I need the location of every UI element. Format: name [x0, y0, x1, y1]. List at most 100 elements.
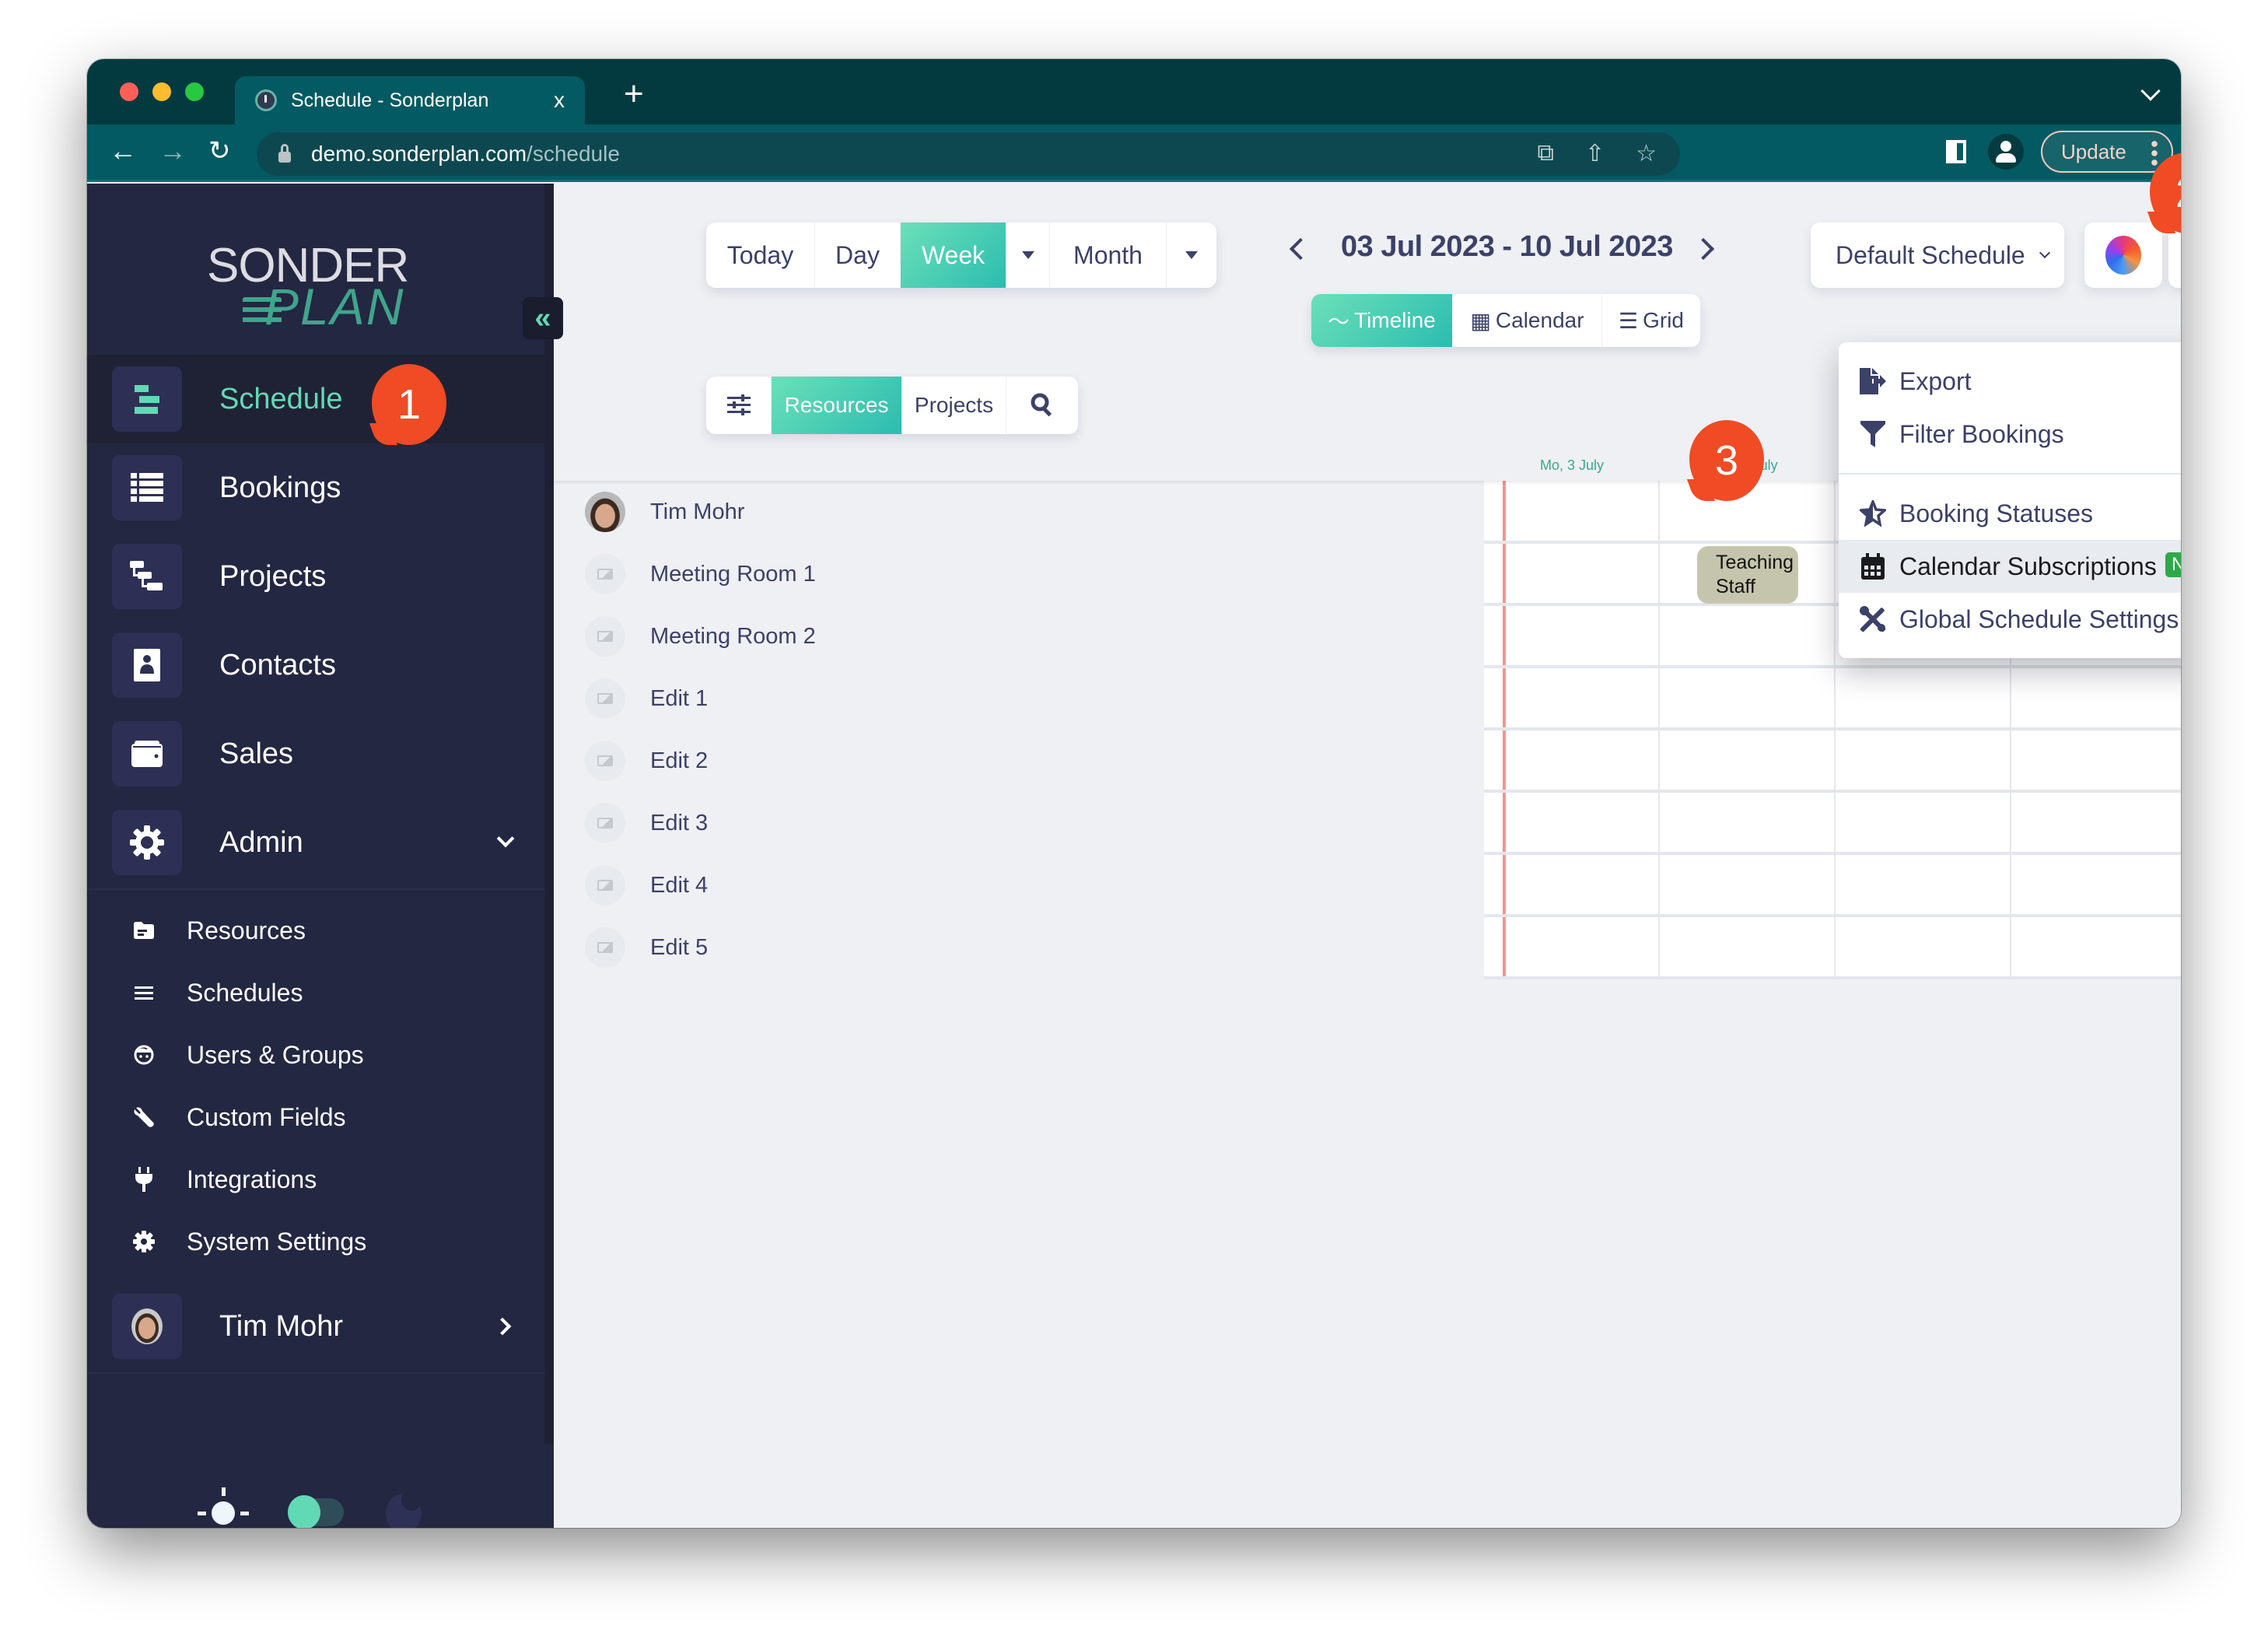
- profile-icon[interactable]: [1988, 134, 2024, 170]
- image-placeholder-icon: [585, 803, 625, 843]
- month-button[interactable]: Month: [1050, 222, 1167, 288]
- menu-item-label: Calendar Subscriptions: [1899, 552, 2157, 580]
- row-divider: [1484, 790, 2181, 793]
- image-placeholder-icon: [585, 927, 625, 968]
- sidebar-subitem-custom-fields[interactable]: Custom Fields: [87, 1086, 544, 1148]
- projects-tab[interactable]: Projects: [902, 377, 1006, 434]
- share-icon[interactable]: ⇧: [1585, 140, 1605, 167]
- menu-item-label: Global Schedule Settings: [1899, 604, 2179, 633]
- sidebar-subitem-resources[interactable]: Resources: [87, 899, 544, 962]
- menu-item-label: Booking Statuses: [1899, 499, 2094, 527]
- browser-window: Schedule - Sonderplan x + ← → ↻ demo.son…: [87, 59, 2181, 1528]
- sidebar-scrollbar[interactable]: [544, 184, 554, 1444]
- color-theme-button[interactable]: [2084, 222, 2162, 288]
- update-button[interactable]: Update: [2041, 131, 2173, 173]
- image-icon: [597, 755, 613, 766]
- sonderplan-logo[interactable]: SONDER PLAN: [207, 238, 409, 339]
- collapse-sidebar-button[interactable]: «: [523, 297, 563, 339]
- image-placeholder-icon: [585, 554, 625, 594]
- tab-strip: Schedule - Sonderplan x +: [87, 59, 2181, 124]
- resource-row[interactable]: Tim Mohr: [554, 481, 927, 543]
- resource-row[interactable]: Meeting Room 2: [554, 605, 927, 667]
- previous-week-button[interactable]: [1289, 237, 1312, 261]
- tab-list-chevron-icon[interactable]: [2140, 81, 2161, 101]
- sidebar-item-contacts[interactable]: Contacts: [87, 621, 544, 709]
- sidebar-subitem-integrations[interactable]: Integrations: [87, 1148, 544, 1210]
- grid-button[interactable]: ☰ Grid: [1602, 294, 1700, 347]
- resource-filter-group: Resources Projects: [706, 377, 1078, 434]
- schedule-select[interactable]: Default Schedule: [1811, 222, 2064, 288]
- resource-row[interactable]: Edit 3: [554, 792, 927, 854]
- toggle-knob: [288, 1495, 320, 1528]
- bars-icon: [132, 981, 156, 1004]
- tab-title: Schedule - Sonderplan: [291, 89, 489, 111]
- minimize-window-button[interactable]: [152, 82, 171, 101]
- kebab-menu-icon[interactable]: [2151, 139, 2158, 167]
- sidebar-subitem-label: Schedules: [187, 978, 303, 1007]
- menu-item-booking-statuses[interactable]: Booking Statuses: [1839, 487, 2181, 540]
- gear-icon: [112, 810, 182, 875]
- resource-name: Edit 2: [650, 748, 709, 773]
- chevron-right-icon[interactable]: [493, 1317, 512, 1336]
- new-tab-button[interactable]: +: [624, 75, 644, 114]
- close-tab-icon[interactable]: x: [554, 88, 565, 113]
- sidebar-subitem-users-groups[interactable]: Users & Groups: [87, 1024, 544, 1086]
- calendar-button[interactable]: ▦ Calendar: [1453, 294, 1602, 347]
- user-avatar: [112, 1294, 182, 1359]
- resource-row[interactable]: Edit 2: [554, 730, 927, 792]
- wrench-icon: [132, 1105, 156, 1129]
- today-button[interactable]: Today: [706, 222, 815, 288]
- resources-tab[interactable]: Resources: [772, 377, 902, 434]
- caret-down-icon: [1021, 251, 1034, 259]
- list-icon: ☰: [1618, 308, 1639, 333]
- day-button[interactable]: Day: [815, 222, 901, 288]
- menu-item-label: Filter Bookings: [1899, 419, 2064, 448]
- menu-item-export[interactable]: Export: [1839, 355, 2181, 408]
- row-divider: [1484, 976, 2181, 979]
- menu-item-calendar-subscriptions[interactable]: Calendar Subscriptions New: [1839, 540, 2181, 593]
- sidebar-item-projects[interactable]: Projects: [87, 532, 544, 621]
- sidebar-subitem-schedules[interactable]: Schedules: [87, 962, 544, 1024]
- sidebar-item-sales[interactable]: Sales: [87, 709, 544, 798]
- sidebar-item-label: Projects: [219, 559, 327, 593]
- new-badge: New: [2165, 552, 2181, 577]
- theme-toggle[interactable]: [288, 1495, 344, 1528]
- reload-button[interactable]: ↻: [208, 135, 231, 166]
- resource-row[interactable]: Edit 4: [554, 854, 927, 916]
- sidebar-item-schedule[interactable]: Schedule: [87, 355, 544, 443]
- booking-chip[interactable]: Teaching Staff: [1697, 546, 1798, 604]
- row-divider: [1484, 852, 2181, 855]
- sidebar-subitem-system-settings[interactable]: System Settings: [87, 1210, 544, 1273]
- sidebar-item-admin[interactable]: Admin: [87, 798, 544, 887]
- sidebar-item-bookings[interactable]: Bookings: [87, 443, 544, 532]
- calendar-grid-icon: ▦: [1470, 308, 1491, 333]
- browser-tab[interactable]: Schedule - Sonderplan x: [235, 76, 585, 124]
- search-button[interactable]: [1006, 377, 1078, 434]
- open-external-icon[interactable]: ⧉: [1538, 140, 1554, 167]
- resource-name: Meeting Room 1: [650, 561, 816, 587]
- chevron-down-icon[interactable]: [496, 829, 515, 848]
- sidebar-item-label: Sales: [219, 737, 294, 770]
- resource-row[interactable]: Edit 1: [554, 667, 927, 730]
- avatar: [131, 1308, 163, 1344]
- maximize-window-button[interactable]: [185, 82, 204, 101]
- timeline-button[interactable]: 〜 Timeline: [1311, 294, 1453, 347]
- back-button[interactable]: ←: [109, 135, 137, 166]
- sidebar-subitem-label: System Settings: [187, 1227, 367, 1256]
- month-dropdown-button[interactable]: [1167, 222, 1216, 288]
- address-bar[interactable]: demo.sonderplan.com/schedule ⧉ ⇧ ☆: [257, 132, 1680, 176]
- forward-button[interactable]: →: [159, 135, 187, 166]
- bookmark-star-icon[interactable]: ☆: [1636, 140, 1657, 167]
- filter-sliders-button[interactable]: [706, 377, 772, 434]
- week-dropdown-button[interactable]: [1006, 222, 1050, 288]
- sidebar-user-profile[interactable]: Tim Mohr: [87, 1282, 544, 1371]
- menu-item-global-schedule-settings[interactable]: Global Schedule Settings: [1839, 593, 2181, 646]
- next-week-button[interactable]: [1692, 237, 1715, 261]
- resource-row[interactable]: Edit 5: [554, 916, 927, 979]
- image-placeholder-icon: [585, 678, 625, 719]
- week-button[interactable]: Week: [901, 222, 1006, 288]
- side-panel-icon[interactable]: [1946, 140, 1966, 163]
- menu-item-filter-bookings[interactable]: Filter Bookings: [1839, 408, 2181, 461]
- close-window-button[interactable]: [120, 82, 138, 101]
- resource-row[interactable]: Meeting Room 1: [554, 543, 927, 605]
